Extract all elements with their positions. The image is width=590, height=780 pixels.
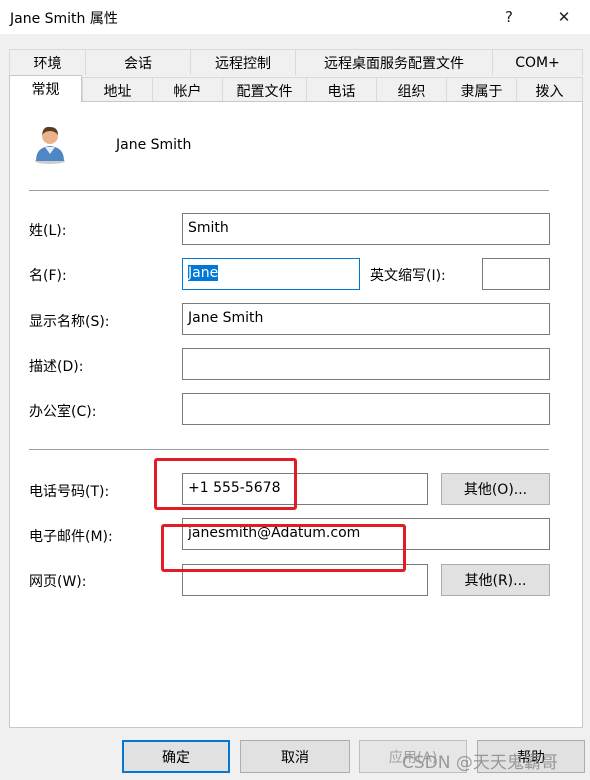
- initials-field[interactable]: [482, 258, 550, 290]
- tab-address[interactable]: 地址: [82, 77, 152, 103]
- first-name-field[interactable]: Jane: [182, 258, 360, 290]
- email-field[interactable]: janesmith@Adatum.com: [182, 518, 550, 550]
- separator: [29, 449, 549, 450]
- tab-account[interactable]: 帐户: [152, 77, 222, 103]
- first-name-selected-text: Jane: [188, 265, 219, 281]
- user-display-name: Jane Smith: [116, 137, 192, 153]
- close-icon[interactable]: ✕: [549, 4, 579, 30]
- description-label: 描述(D):: [29, 359, 84, 375]
- cancel-button[interactable]: 取消: [240, 740, 350, 773]
- first-name-label: 名(F):: [29, 268, 67, 284]
- initials-label: 英文缩写(I):: [370, 268, 446, 284]
- ok-button[interactable]: 确定: [122, 740, 230, 773]
- tab-com-plus[interactable]: COM+: [492, 49, 583, 75]
- title-bar: Jane Smith 属性 ? ✕: [0, 0, 590, 34]
- phone-other-button[interactable]: 其他(O)...: [441, 473, 550, 505]
- tab-general[interactable]: 常规: [9, 75, 82, 102]
- separator: [29, 190, 549, 191]
- tab-remote-control[interactable]: 远程控制: [190, 49, 295, 75]
- tab-telephones[interactable]: 电话: [306, 77, 376, 103]
- display-name-label: 显示名称(S):: [29, 314, 110, 330]
- tab-profile[interactable]: 配置文件: [222, 77, 306, 103]
- tab-environment[interactable]: 环境: [9, 49, 85, 75]
- last-name-label: 姓(L):: [29, 223, 67, 239]
- tab-sessions[interactable]: 会话: [85, 49, 190, 75]
- help-button[interactable]: 帮助: [477, 740, 585, 773]
- phone-label: 电话号码(T):: [29, 484, 110, 500]
- webpage-field[interactable]: [182, 564, 428, 596]
- phone-field[interactable]: +1 555-5678: [182, 473, 428, 505]
- apply-button[interactable]: 应用(A): [359, 740, 467, 773]
- help-icon[interactable]: ?: [494, 4, 524, 30]
- webpage-label: 网页(W):: [29, 574, 87, 590]
- tab-dial-in[interactable]: 拨入: [516, 77, 583, 103]
- window-title: Jane Smith 属性: [10, 11, 118, 27]
- webpage-other-button[interactable]: 其他(R)...: [441, 564, 550, 596]
- display-name-field[interactable]: Jane Smith: [182, 303, 550, 335]
- description-field[interactable]: [182, 348, 550, 380]
- office-field[interactable]: [182, 393, 550, 425]
- tab-member-of[interactable]: 隶属于: [446, 77, 516, 103]
- office-label: 办公室(C):: [29, 404, 97, 420]
- tab-organization[interactable]: 组织: [376, 77, 446, 103]
- last-name-field[interactable]: Smith: [182, 213, 550, 245]
- email-label: 电子邮件(M):: [29, 529, 113, 545]
- user-avatar-icon: [33, 123, 67, 165]
- tab-rds-profile[interactable]: 远程桌面服务配置文件: [295, 49, 492, 75]
